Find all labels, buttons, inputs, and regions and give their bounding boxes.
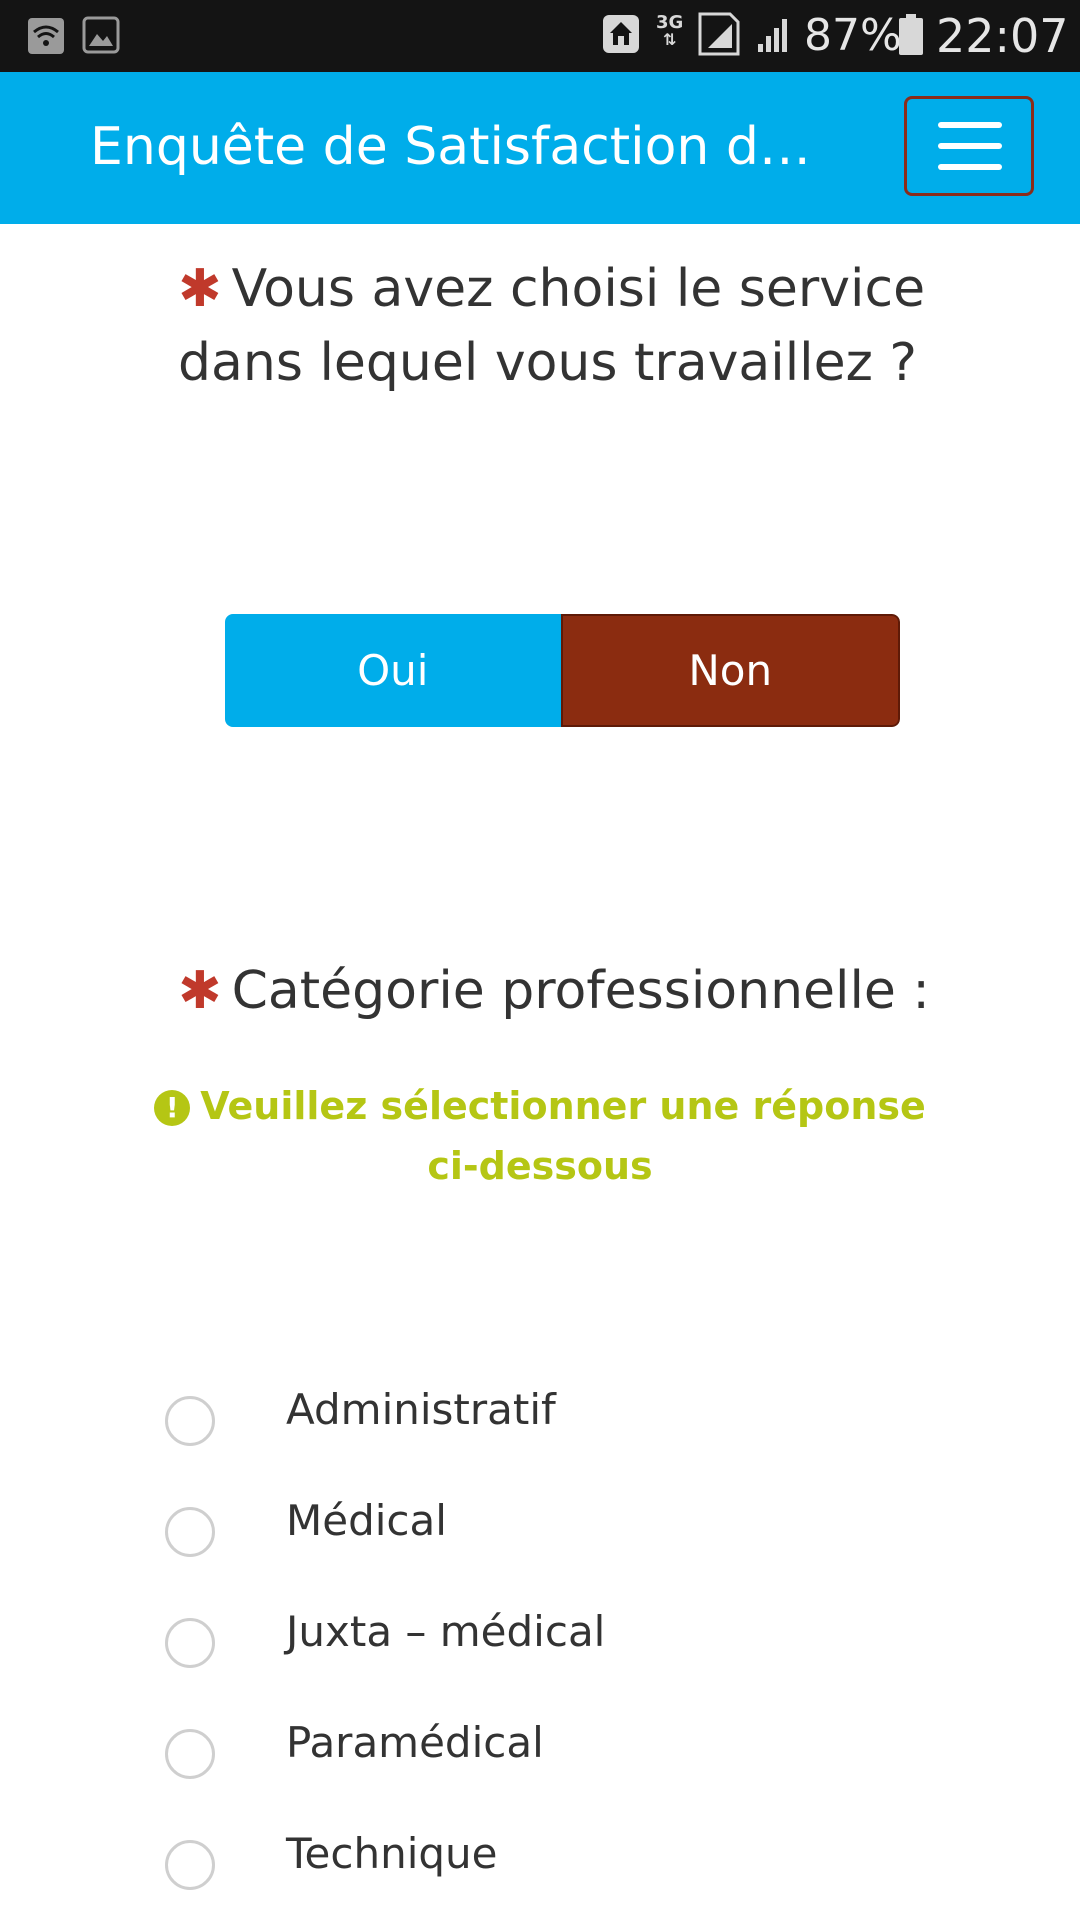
wifi-icon xyxy=(28,18,64,54)
radio-option-administratif[interactable]: Administratif xyxy=(0,1370,1080,1460)
data-arrows-icon: ⇅ xyxy=(662,30,677,49)
required-star-icon: ✱ xyxy=(178,961,222,1021)
non-button[interactable]: Non xyxy=(560,614,900,727)
network-type: 3G ⇅ xyxy=(656,12,684,49)
signal-icon xyxy=(758,19,787,52)
radio-label: Médical xyxy=(286,1496,447,1545)
warning-text: Veuillez sélectionner une réponse ci-des… xyxy=(200,1084,926,1188)
question-professional-category: ✱ Catégorie professionnelle : xyxy=(178,954,938,1028)
radio-button[interactable] xyxy=(165,1840,215,1890)
status-bar: 3G ⇅ 87% 22:07 xyxy=(0,0,1080,72)
app-header: Enquête de Satisfaction du Personnel xyxy=(0,72,1080,224)
radio-button[interactable] xyxy=(165,1507,215,1557)
sim-signal-icon xyxy=(698,12,740,56)
radio-label: Juxta – médical xyxy=(286,1607,606,1656)
question-service-chosen: ✱ Vous avez choisi le service dans lequel… xyxy=(178,252,938,400)
clock: 22:07 xyxy=(936,9,1069,63)
exclamation-icon: ! xyxy=(154,1090,191,1126)
image-icon xyxy=(82,16,120,54)
radio-button[interactable] xyxy=(165,1618,215,1668)
radio-option-paramedical[interactable]: Paramédical xyxy=(0,1703,1080,1793)
hamburger-menu-button[interactable] xyxy=(904,96,1034,196)
radio-label: Technique xyxy=(286,1829,498,1878)
radio-option-juxta-medical[interactable]: Juxta – médical xyxy=(0,1592,1080,1682)
oui-button[interactable]: Oui xyxy=(225,614,561,727)
radio-option-medical[interactable]: Médical xyxy=(0,1481,1080,1571)
validation-warning: ! Veuillez sélectionner une réponse ci-de… xyxy=(130,1076,950,1196)
question-text: Catégorie professionnelle : xyxy=(231,961,930,1021)
radio-label: Paramédical xyxy=(286,1718,544,1767)
battery-icon xyxy=(899,14,923,55)
battery-percent: 87% xyxy=(804,10,902,61)
question-text: Vous avez choisi le service dans lequel … xyxy=(178,259,926,393)
radio-option-technique[interactable]: Technique xyxy=(0,1814,1080,1904)
radio-label: Administratif xyxy=(286,1385,556,1434)
radio-button[interactable] xyxy=(165,1729,215,1779)
radio-button[interactable] xyxy=(165,1396,215,1446)
yes-no-toggle: Oui Non xyxy=(225,614,900,727)
required-star-icon: ✱ xyxy=(178,259,222,319)
page-title: Enquête de Satisfaction du Personnel xyxy=(90,117,830,177)
home-icon xyxy=(603,15,639,53)
